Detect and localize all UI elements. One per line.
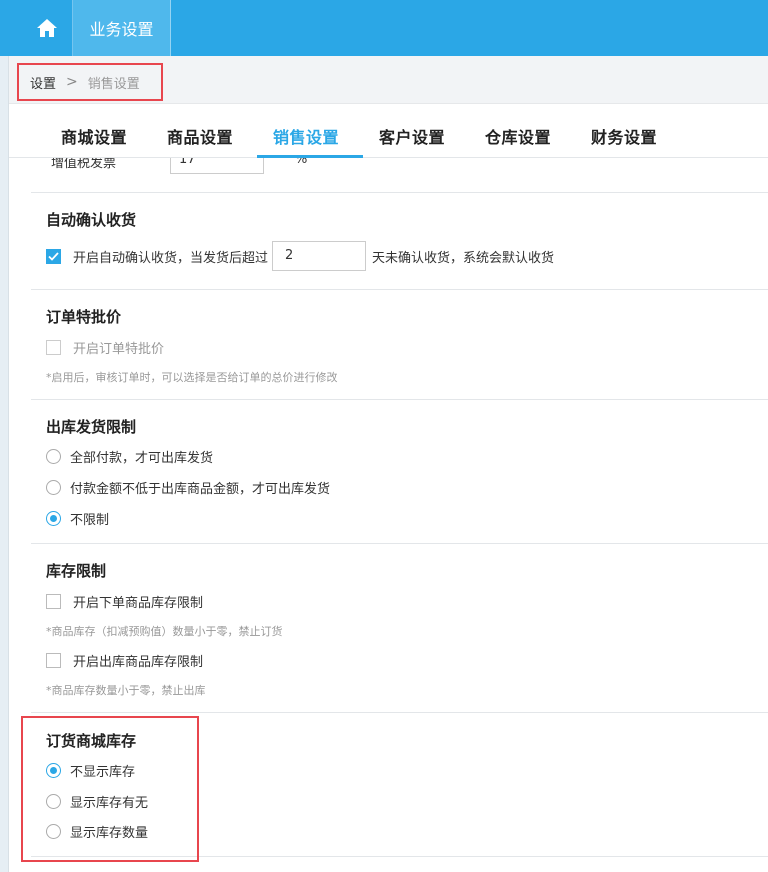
breadcrumb: 设置 > 销售设置 (17, 63, 163, 101)
tab-customer-settings[interactable]: 客户设置 (379, 124, 445, 148)
tax-label: 增值税发票 (51, 158, 117, 171)
auto-confirm-suffix: 天未确认收货，系统会默认收货 (372, 250, 555, 266)
radio-button[interactable] (46, 480, 61, 495)
auto-confirm-prefix: 开启自动确认收货，当发货后超过 (73, 250, 269, 266)
home-button[interactable] (21, 0, 73, 56)
special-price-row: 开启订单特批价 (46, 338, 164, 357)
outbound-stock-limit-row: 开启出库商品库存限制 (46, 651, 203, 670)
special-price-checkbox[interactable] (46, 340, 61, 355)
order-stock-limit-label: 开启下单商品库存限制 (73, 596, 204, 611)
special-price-label: 开启订单特批价 (73, 342, 165, 357)
outbound-option-no-limit[interactable]: 不限制 (46, 509, 109, 528)
option-label: 付款金额不低于出库商品金额，才可出库发货 (70, 482, 331, 497)
chevron-right-icon: > (66, 74, 78, 90)
tax-rate-input[interactable]: 17 (170, 158, 264, 174)
tab-business-settings[interactable]: 业务设置 (73, 0, 171, 56)
outbound-stock-limit-checkbox[interactable] (46, 653, 61, 668)
highlight-box (21, 716, 199, 862)
outbound-option-full-payment[interactable]: 全部付款，才可出库发货 (46, 447, 213, 466)
order-stock-limit-note: *商品库存（扣减预购值）数量小于零，禁止订货 (46, 625, 283, 638)
settings-tabs: 商城设置 商品设置 销售设置 客户设置 仓库设置 财务设置 (9, 104, 768, 158)
divider (31, 399, 768, 400)
stock-limit-title: 库存限制 (46, 562, 107, 580)
divider (31, 289, 768, 290)
outbound-limit-title: 出库发货限制 (46, 418, 137, 436)
divider (31, 712, 768, 713)
left-sidebar-strip (0, 56, 9, 872)
auto-confirm-row: 开启自动确认收货，当发货后超过 2 天未确认收货，系统会默认收货 (46, 241, 554, 271)
top-bar: 业务设置 (0, 0, 768, 56)
tab-warehouse-settings[interactable]: 仓库设置 (485, 124, 551, 148)
special-price-title: 订单特批价 (46, 308, 122, 326)
outbound-stock-limit-label: 开启出库商品库存限制 (73, 655, 204, 670)
outbound-option-partial-payment[interactable]: 付款金额不低于出库商品金额，才可出库发货 (46, 478, 330, 497)
order-stock-limit-row: 开启下单商品库存限制 (46, 592, 203, 611)
home-icon (36, 19, 57, 37)
radio-button-selected[interactable] (46, 511, 61, 526)
radio-button[interactable] (46, 449, 61, 464)
tab-product-settings[interactable]: 商品设置 (167, 124, 233, 148)
auto-confirm-title: 自动确认收货 (46, 211, 137, 229)
option-label: 不限制 (70, 513, 110, 528)
check-icon (48, 251, 59, 261)
auto-confirm-days-input[interactable]: 2 (272, 241, 367, 271)
breadcrumb-root[interactable]: 设置 (30, 73, 56, 92)
divider (31, 192, 768, 193)
option-label: 全部付款，才可出库发货 (70, 451, 214, 466)
tab-finance-settings[interactable]: 财务设置 (591, 124, 657, 148)
tab-sales-settings[interactable]: 销售设置 (273, 124, 339, 148)
tax-unit: % (295, 158, 308, 167)
order-stock-limit-checkbox[interactable] (46, 594, 61, 609)
tab-mall-settings[interactable]: 商城设置 (61, 124, 127, 148)
outbound-stock-limit-note: *商品库存数量小于零，禁止出库 (46, 684, 206, 697)
divider (31, 543, 768, 544)
breadcrumb-current: 销售设置 (87, 76, 140, 92)
auto-confirm-checkbox[interactable] (46, 248, 61, 264)
tax-row: 增值税发票 17 % (9, 158, 768, 192)
special-price-note: *启用后，审核订单时，可以选择是否给订单的总价进行修改 (46, 371, 338, 384)
